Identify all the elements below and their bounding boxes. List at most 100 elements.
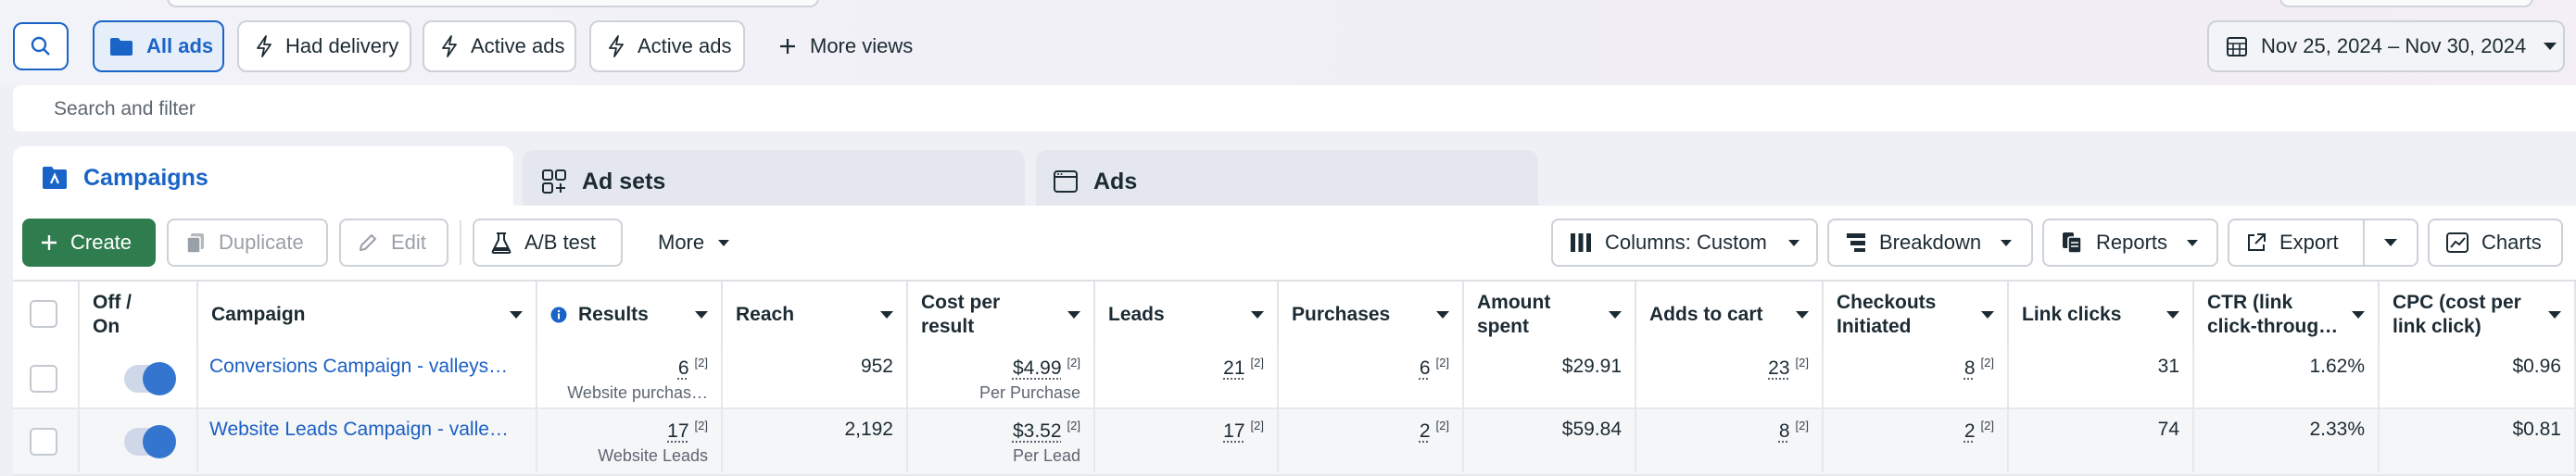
leads-cell: 21 [2] [1095, 346, 1279, 409]
checkouts-value[interactable]: 2 [1964, 420, 1976, 442]
column-results[interactable]: Results [537, 282, 723, 348]
purchases-value[interactable]: 6 [1420, 357, 1431, 379]
sort-caret-icon [880, 311, 893, 319]
view-label: Active ads [471, 34, 565, 57]
results-value[interactable]: 17 [667, 420, 688, 442]
table-row[interactable]: Conversions Campaign - valleys… 6 [2] Web… [13, 346, 2576, 409]
more-views-button[interactable]: More views [765, 20, 923, 72]
column-off-on[interactable]: Off / On [80, 282, 198, 348]
campaign-icon [43, 167, 67, 189]
search-icon [31, 36, 50, 56]
column-adds-to-cart[interactable]: Adds to cart [1636, 282, 1824, 348]
ctr-value: 2.33% [2309, 419, 2365, 440]
cost-value[interactable]: $3.52 [1013, 420, 1062, 442]
cpc-value: $0.81 [2512, 419, 2561, 440]
view-active-ads[interactable]: Active ads [423, 20, 576, 72]
breakdown-icon [1847, 233, 1865, 252]
column-cost-per-result[interactable]: Cost per result [908, 282, 1095, 348]
column-leads[interactable]: Leads [1095, 282, 1279, 348]
footnote: [2] [1067, 356, 1080, 370]
campaign-name-cell: Website Leads Campaign - valle… [198, 409, 537, 472]
view-had-delivery[interactable]: Had delivery [237, 20, 411, 72]
sort-caret-icon [2166, 311, 2179, 319]
tab-campaigns[interactable]: Campaigns [13, 146, 513, 209]
ab-test-button[interactable]: A/B test [473, 219, 623, 267]
tab-ad-sets[interactable]: Ad sets [523, 150, 1025, 213]
sort-caret-icon [1796, 311, 1809, 319]
column-purchases[interactable]: Purchases [1279, 282, 1464, 348]
footnote: [2] [694, 356, 708, 370]
column-reach[interactable]: Reach [723, 282, 908, 348]
column-ctr[interactable]: CTR (link click-throug… [2194, 282, 2380, 348]
chevron-down-icon [2384, 239, 2397, 246]
adds-value[interactable]: 23 [1768, 357, 1789, 379]
lightning-icon [442, 35, 457, 57]
chevron-down-icon [718, 239, 730, 246]
export-button[interactable]: Export [2228, 219, 2365, 267]
edit-icon [360, 234, 376, 251]
purchases-value[interactable]: 2 [1420, 420, 1431, 442]
column-amount-spent[interactable]: Amount spent [1464, 282, 1636, 348]
leads-value[interactable]: 17 [1223, 420, 1244, 442]
campaign-toggle[interactable] [124, 362, 176, 395]
charts-icon [2446, 232, 2469, 253]
column-campaign[interactable]: Campaign [198, 282, 537, 348]
reports-button[interactable]: Reports [2042, 219, 2218, 267]
footnote: [2] [1980, 356, 1994, 370]
purchases-cell: 2 [2] [1279, 409, 1464, 472]
column-label: On [93, 316, 120, 337]
adds-value[interactable]: 8 [1779, 420, 1790, 442]
reach-cell: 2,192 [723, 409, 908, 472]
tab-ads[interactable]: Ads [1036, 150, 1538, 213]
checkouts-value[interactable]: 8 [1964, 357, 1976, 379]
column-label: result [921, 316, 975, 337]
date-range-label: Nov 25, 2024 – Nov 30, 2024 [2261, 34, 2527, 57]
reach-cell: 952 [723, 346, 908, 409]
view-all-ads[interactable]: All ads [93, 20, 224, 72]
column-link-clicks[interactable]: Link clicks [2009, 282, 2194, 348]
campaign-name-cell: Conversions Campaign - valleys… [198, 346, 537, 409]
row-select-cell [13, 409, 80, 472]
charts-button[interactable]: Charts [2428, 219, 2563, 267]
reach-value: 2,192 [844, 419, 893, 440]
sort-caret-icon [2352, 311, 2365, 319]
edit-button[interactable]: Edit [339, 219, 448, 267]
results-value[interactable]: 6 [678, 357, 689, 379]
reports-icon [2063, 232, 2082, 254]
search-button[interactable] [13, 22, 69, 70]
leads-value[interactable]: 21 [1223, 357, 1244, 379]
date-range-picker[interactable]: Nov 25, 2024 – Nov 30, 2024 [2207, 20, 2565, 72]
column-label: Off / [93, 292, 132, 313]
campaign-toggle[interactable] [124, 425, 176, 458]
sort-caret-icon [1067, 311, 1080, 319]
adds-to-cart-cell: 23 [2] [1636, 346, 1824, 409]
columns-button[interactable]: Columns: Custom [1551, 219, 1818, 267]
create-button[interactable]: Create [22, 219, 156, 267]
view-active-ads[interactable]: Active ads [589, 20, 745, 72]
duplicate-button[interactable]: Duplicate [167, 219, 328, 267]
footnote: [2] [1435, 419, 1449, 432]
amount-value: $29.91 [1561, 356, 1622, 377]
row-checkbox[interactable] [30, 428, 57, 456]
export-dropdown-button[interactable] [2363, 219, 2418, 267]
plus-icon [42, 235, 57, 250]
search-filter-input[interactable]: Search and filter [13, 85, 2576, 132]
reports-label: Reports [2096, 231, 2168, 254]
campaign-link[interactable]: Conversions Campaign - valleys… [209, 356, 508, 378]
row-checkbox[interactable] [30, 365, 57, 393]
column-label: Link clicks [2022, 304, 2122, 325]
plus-icon [780, 39, 795, 54]
cost-per-result-cell: $3.52 [2] Per Lead [908, 409, 1095, 472]
columns-label: Columns: Custom [1605, 231, 1767, 254]
select-all-checkbox[interactable] [30, 300, 57, 328]
column-label: Amount [1477, 292, 1551, 313]
column-cpc[interactable]: CPC (cost per link click) [2380, 282, 2576, 348]
column-checkouts-initiated[interactable]: Checkouts Initiated [1824, 282, 2009, 348]
breakdown-button[interactable]: Breakdown [1827, 219, 2033, 267]
table-row[interactable]: Website Leads Campaign - valle… 17 [2] We… [13, 409, 2576, 476]
link-clicks-value: 74 [2157, 419, 2179, 440]
tab-label: Ad sets [582, 168, 666, 194]
cost-value[interactable]: $4.99 [1013, 357, 1062, 379]
more-button[interactable]: More [641, 219, 743, 267]
campaign-link[interactable]: Website Leads Campaign - valle… [209, 419, 509, 441]
